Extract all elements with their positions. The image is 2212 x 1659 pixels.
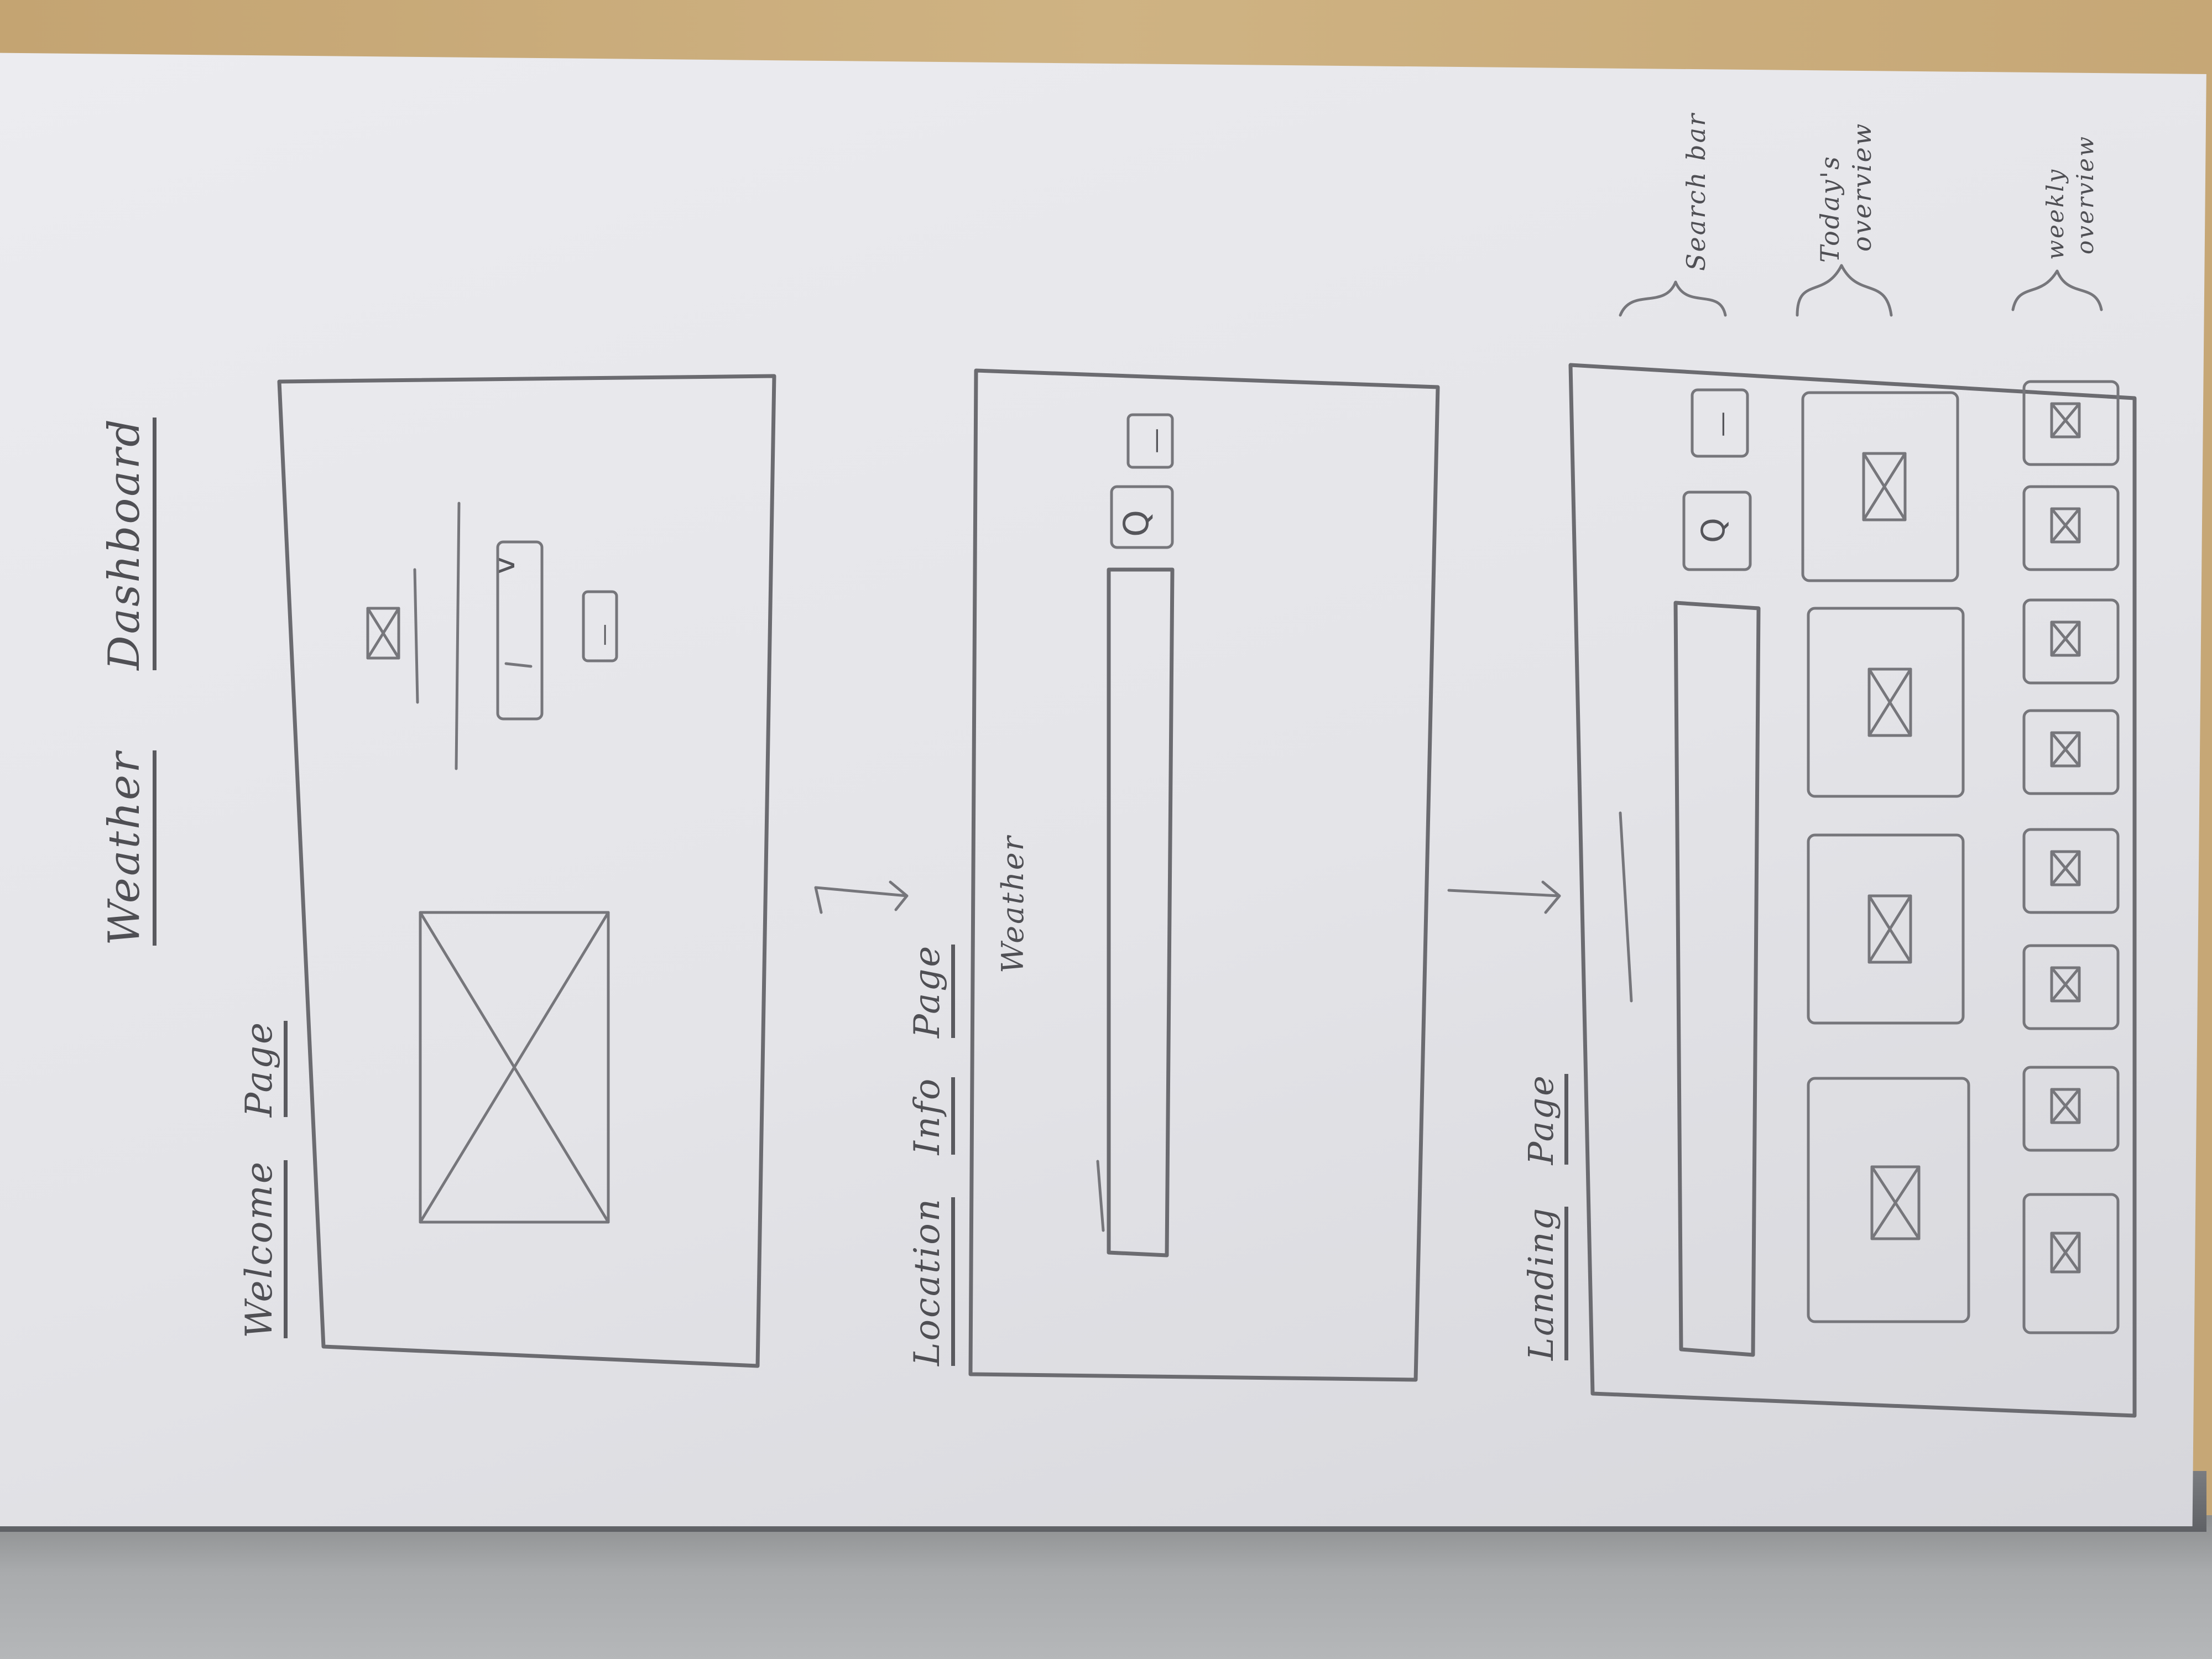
landing-action-button [1691, 388, 1749, 458]
location-search-bar [1107, 567, 1175, 1258]
arrow-welcome-to-location [814, 880, 909, 914]
search-bar-brace [1619, 280, 1727, 317]
wireframe-sketch: Weather Dashboard Welcome Page Location … [0, 0, 2212, 1526]
location-search-button [1110, 485, 1174, 549]
arrow-location-to-landing [1447, 880, 1561, 914]
weekly-overview-cards [2022, 380, 2120, 1334]
location-info-page-frame [968, 368, 1440, 1382]
location-dropdown [496, 540, 544, 721]
landing-page-frame [1568, 363, 2137, 1418]
welcome-continue-button [582, 590, 618, 662]
sketch-strokes [277, 264, 2137, 1418]
lower-paper-sheet [0, 1515, 2212, 1659]
landing-search-button [1682, 491, 1752, 571]
todays-overview-cards [1801, 391, 1970, 1323]
landing-search-bar [1673, 601, 1761, 1357]
todays-overview-brace [1796, 264, 1893, 317]
sketch-paper-wrapper: Weather Dashboard Welcome Page Location … [0, 0, 2212, 1526]
location-action-button [1126, 413, 1174, 469]
weekly-overview-brace [2011, 269, 2103, 311]
welcome-page-frame [277, 374, 776, 1368]
